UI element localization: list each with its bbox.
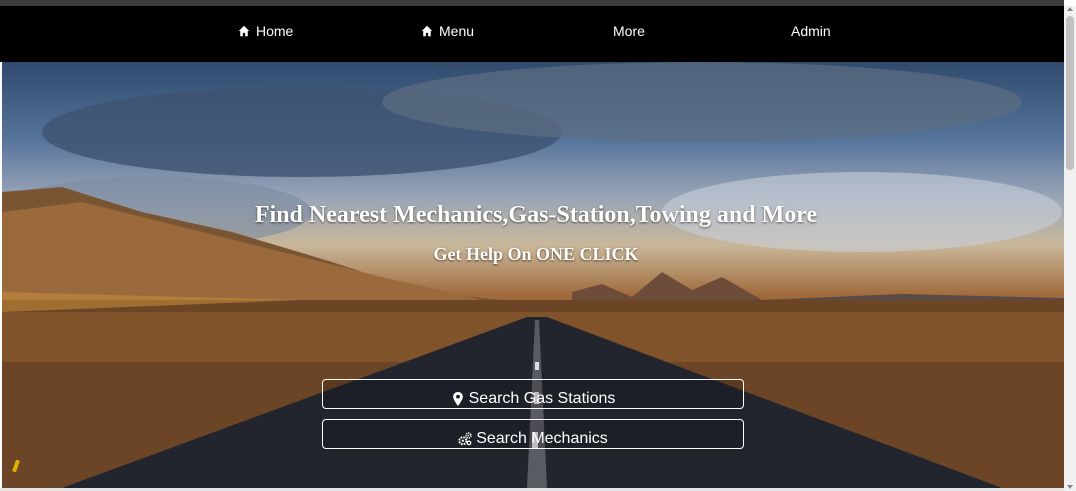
- hero-banner: Find Nearest Mechanics,Gas-Station,Towin…: [2, 62, 1064, 488]
- scrollbar-thumb[interactable]: [1066, 16, 1074, 170]
- page-scrollbar[interactable]: [1064, 6, 1076, 491]
- nav-more-link[interactable]: More: [613, 6, 645, 56]
- search-gas-stations-label: Search Gas Stations: [468, 390, 616, 407]
- hero-subline: Get Help On ONE CLICK: [433, 244, 639, 264]
- scroll-up-arrow-icon[interactable]: [1067, 7, 1073, 11]
- map-marker-icon: [452, 392, 463, 406]
- hero-headline: Find Nearest Mechanics,Gas-Station,Towin…: [254, 202, 818, 228]
- nav-menu-link[interactable]: Menu: [421, 6, 474, 56]
- nav-menu-label: Menu: [439, 23, 475, 39]
- gears-icon: [458, 432, 472, 446]
- top-navbar: Home Menu More Admin: [0, 6, 1066, 62]
- nav-home-link[interactable]: Home: [238, 6, 293, 56]
- home-icon: [421, 25, 433, 37]
- search-gas-stations-button[interactable]: Search Gas Stations: [322, 379, 744, 409]
- nav-home-label: Home: [256, 23, 294, 39]
- home-icon: [238, 25, 250, 37]
- nav-admin-link[interactable]: Admin: [791, 6, 831, 56]
- search-mechanics-label: Search Mechanics: [476, 430, 608, 447]
- nav-more-label: More: [613, 23, 645, 39]
- search-mechanics-button[interactable]: Search Mechanics: [322, 419, 744, 449]
- scroll-down-arrow-icon[interactable]: [1067, 485, 1073, 489]
- nav-admin-label: Admin: [791, 23, 831, 39]
